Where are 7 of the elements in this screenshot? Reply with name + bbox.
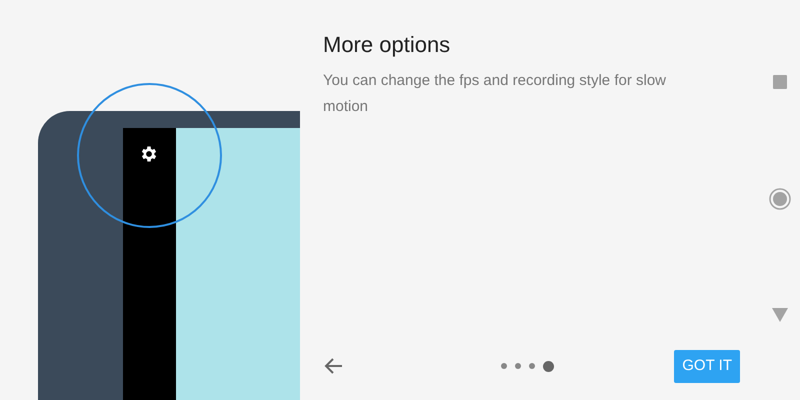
home-icon[interactable] bbox=[769, 188, 791, 210]
settings-icon bbox=[139, 144, 159, 164]
back-icon[interactable] bbox=[772, 308, 788, 322]
got-it-button[interactable]: GOT IT bbox=[674, 350, 740, 382]
dialog-title: More options bbox=[323, 31, 452, 59]
description-text: You can change the fps and recording style for slow motion bbox=[323, 71, 667, 117]
back-arrow-icon[interactable] bbox=[324, 357, 344, 375]
